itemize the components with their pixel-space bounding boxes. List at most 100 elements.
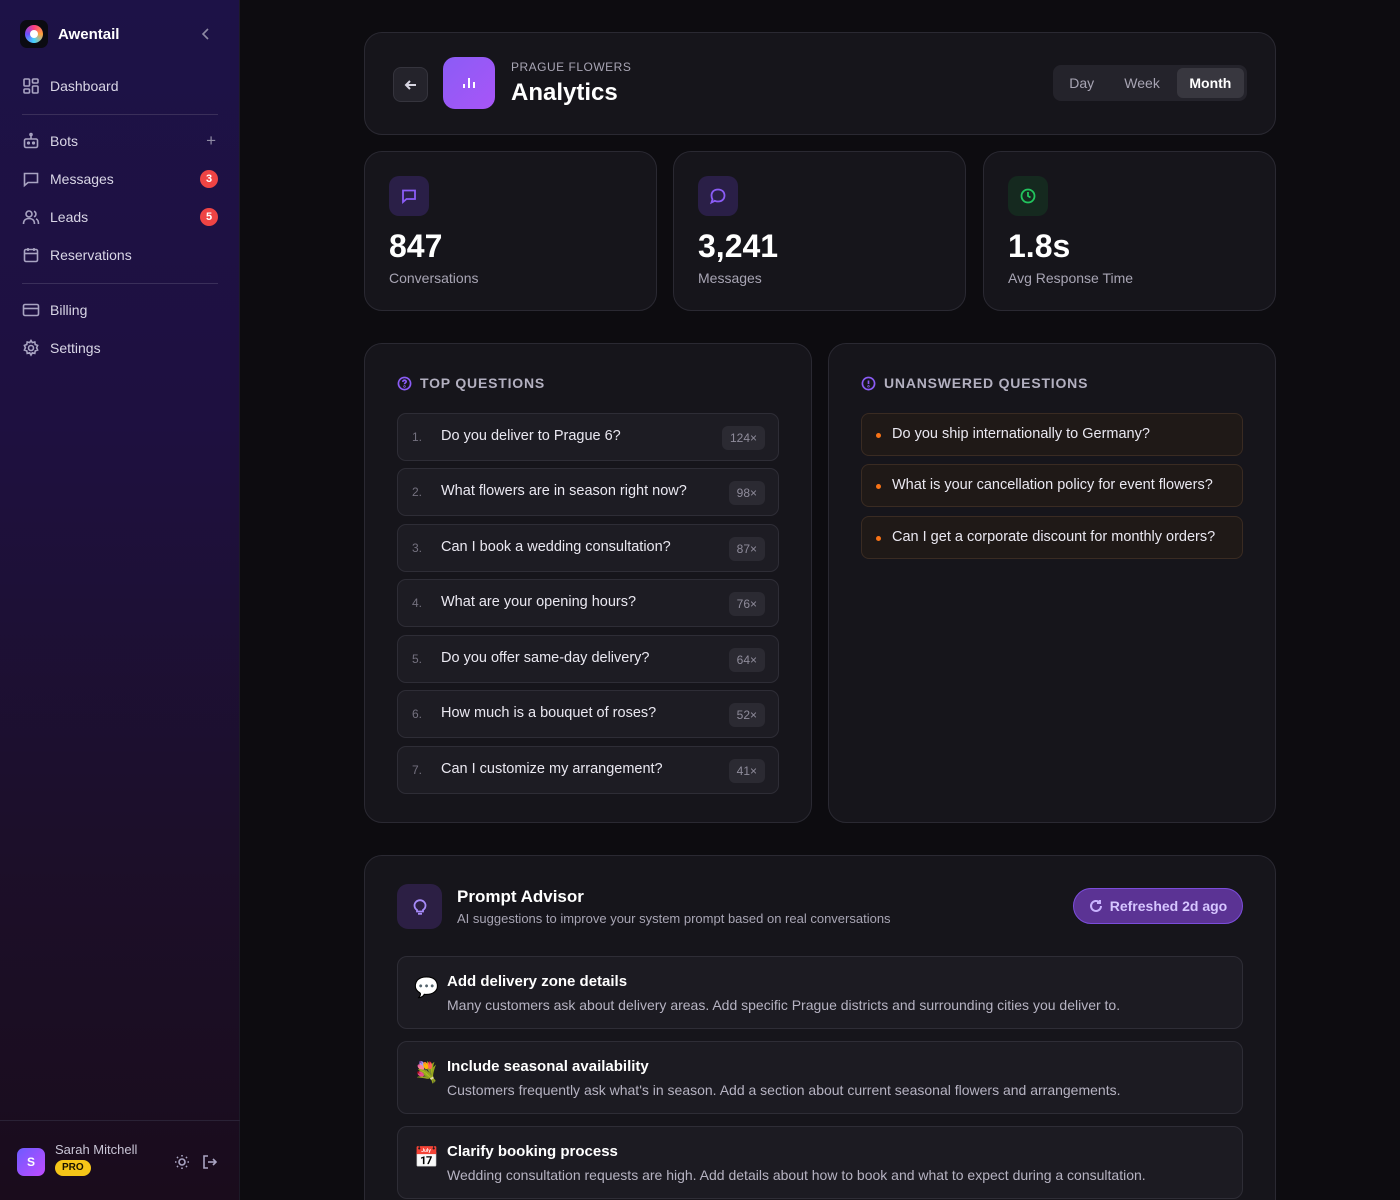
page-kicker: PRAGUE FLOWERS bbox=[511, 60, 632, 74]
sidebar-item-label: Reservations bbox=[50, 247, 132, 263]
sidebar-item-reservations[interactable]: Reservations bbox=[12, 236, 228, 274]
unanswered-questions-card: UNANSWERED QUESTIONS Do you ship interna… bbox=[828, 343, 1276, 823]
user-panel: S Sarah Mitchell PRO bbox=[0, 1120, 240, 1200]
question-row[interactable]: 5. Do you offer same-day delivery? 64× bbox=[397, 635, 779, 683]
chevron-left-icon[interactable] bbox=[198, 26, 214, 42]
brand[interactable]: Awentail bbox=[20, 20, 119, 48]
messages-badge: 3 bbox=[200, 170, 218, 188]
question-text: What flowers are in season right now? bbox=[441, 483, 687, 499]
sidebar-item-messages[interactable]: Messages 3 bbox=[12, 160, 228, 198]
question-row[interactable]: 7. Can I customize my arrangement? 41× bbox=[397, 746, 779, 794]
bullet-icon bbox=[876, 484, 881, 489]
question-count: 52× bbox=[728, 703, 765, 727]
plan-badge: PRO bbox=[55, 1160, 91, 1176]
question-row[interactable]: 1. Do you deliver to Prague 6? 124× bbox=[397, 413, 779, 461]
question-row[interactable]: 2. What flowers are in season right now?… bbox=[397, 468, 779, 516]
refresh-label: Refreshed 2d ago bbox=[1109, 898, 1228, 914]
analytics-icon bbox=[443, 57, 495, 109]
advisor-title: Prompt Advisor bbox=[457, 887, 584, 906]
question-text: Do you deliver to Prague 6? bbox=[441, 428, 621, 444]
bot-icon bbox=[23, 132, 39, 149]
suggestion-item[interactable]: 💐 Include seasonal availability Customer… bbox=[397, 1041, 1243, 1114]
nav-primary: Dashboard bbox=[12, 67, 228, 105]
sidebar-item-label: Bots bbox=[50, 133, 79, 149]
sidebar: Awentail Dashboard Bots + Messages 3 Lea… bbox=[0, 0, 240, 1200]
dashboard-icon bbox=[23, 78, 39, 94]
unanswered-row[interactable]: Do you ship internationally to Germany? bbox=[861, 413, 1243, 456]
top-questions-header: TOP QUESTIONS bbox=[397, 375, 545, 391]
question-rank: 6. bbox=[412, 707, 423, 721]
stat-value: 1.8s bbox=[1008, 228, 1071, 264]
prompt-advisor-card: Prompt Advisor AI suggestions to improve… bbox=[364, 855, 1276, 1200]
help-circle-icon bbox=[397, 376, 412, 390]
sidebar-item-label: Billing bbox=[50, 302, 88, 318]
period-selector: Day Week Month bbox=[1053, 65, 1247, 101]
brand-name: Awentail bbox=[58, 25, 120, 43]
sidebar-item-label: Leads bbox=[50, 209, 89, 225]
question-rank: 4. bbox=[412, 596, 423, 610]
alert-circle-icon bbox=[861, 376, 876, 390]
suggestion-text: Customers frequently ask what's in seaso… bbox=[447, 1082, 1121, 1098]
question-count: 64× bbox=[728, 648, 765, 672]
credit-card-icon bbox=[22, 303, 40, 317]
question-rank: 7. bbox=[412, 763, 423, 777]
leads-badge: 5 bbox=[200, 208, 218, 226]
suggestion-item[interactable]: 📅 Clarify booking process Wedding consul… bbox=[397, 1126, 1243, 1199]
question-row[interactable]: 3. Can I book a wedding consultation? 87… bbox=[397, 524, 779, 572]
sidebar-item-bots[interactable]: Bots + bbox=[12, 122, 228, 160]
unanswered-row[interactable]: What is your cancellation policy for eve… bbox=[861, 464, 1243, 507]
unanswered-row[interactable]: Can I get a corporate discount for month… bbox=[861, 516, 1243, 559]
unanswered-header: UNANSWERED QUESTIONS bbox=[861, 375, 1088, 391]
question-rank: 3. bbox=[412, 541, 423, 555]
gear-icon bbox=[23, 339, 39, 357]
nav-tertiary: Billing Settings bbox=[12, 291, 228, 367]
advisor-subtitle: AI suggestions to improve your system pr… bbox=[457, 911, 891, 926]
question-text: Do you offer same-day delivery? bbox=[441, 650, 650, 666]
chat-bubble-icon bbox=[698, 176, 738, 216]
period-week-button[interactable]: Week bbox=[1111, 68, 1172, 98]
calendar-icon bbox=[23, 248, 39, 263]
avatar[interactable]: S bbox=[17, 1148, 45, 1176]
sidebar-item-billing[interactable]: Billing bbox=[12, 291, 228, 329]
chat-square-icon bbox=[389, 176, 429, 216]
sidebar-item-label: Dashboard bbox=[50, 78, 119, 94]
users-icon bbox=[22, 210, 40, 225]
bullet-icon bbox=[876, 433, 881, 438]
sidebar-item-label: Messages bbox=[50, 171, 114, 187]
clock-icon bbox=[1008, 176, 1048, 216]
suggestion-item[interactable]: 💬 Add delivery zone details Many custome… bbox=[397, 956, 1243, 1029]
question-rank: 5. bbox=[412, 652, 423, 666]
question-text: Can I book a wedding consultation? bbox=[441, 539, 671, 555]
sidebar-item-leads[interactable]: Leads 5 bbox=[12, 198, 228, 236]
question-count: 98× bbox=[728, 481, 765, 505]
sun-icon[interactable] bbox=[173, 1153, 191, 1171]
logout-icon[interactable] bbox=[201, 1153, 219, 1171]
message-icon bbox=[23, 172, 39, 188]
refresh-icon bbox=[1089, 899, 1102, 912]
question-rank: 1. bbox=[412, 430, 423, 444]
suggestion-text: Many customers ask about delivery areas.… bbox=[447, 997, 1121, 1013]
stat-label: Avg Response Time bbox=[1008, 270, 1134, 286]
calendar-icon: 📅 bbox=[414, 1147, 439, 1169]
lightbulb-icon bbox=[397, 884, 442, 929]
sidebar-item-dashboard[interactable]: Dashboard bbox=[12, 67, 228, 105]
bullet-icon bbox=[876, 536, 881, 541]
refresh-button[interactable]: Refreshed 2d ago bbox=[1073, 888, 1243, 924]
add-bot-icon[interactable]: + bbox=[206, 131, 216, 151]
question-row[interactable]: 4. What are your opening hours? 76× bbox=[397, 579, 779, 627]
stat-card-conversations: 847 Conversations bbox=[364, 151, 657, 311]
question-text: What are your opening hours? bbox=[441, 594, 637, 610]
back-button[interactable] bbox=[393, 67, 428, 102]
divider bbox=[22, 114, 218, 115]
question-text: What is your cancellation policy for eve… bbox=[892, 477, 1213, 493]
suggestion-title: Add delivery zone details bbox=[447, 973, 628, 990]
bouquet-icon: 💐 bbox=[414, 1062, 439, 1084]
sidebar-item-settings[interactable]: Settings bbox=[12, 329, 228, 367]
question-row[interactable]: 6. How much is a bouquet of roses? 52× bbox=[397, 690, 779, 738]
suggestion-text: Wedding consultation requests are high. … bbox=[447, 1167, 1146, 1183]
period-day-button[interactable]: Day bbox=[1056, 68, 1107, 98]
arrow-left-icon bbox=[404, 79, 416, 90]
period-month-button[interactable]: Month bbox=[1176, 68, 1244, 98]
question-text: How much is a bouquet of roses? bbox=[441, 705, 657, 721]
brand-logo-icon bbox=[20, 20, 48, 48]
